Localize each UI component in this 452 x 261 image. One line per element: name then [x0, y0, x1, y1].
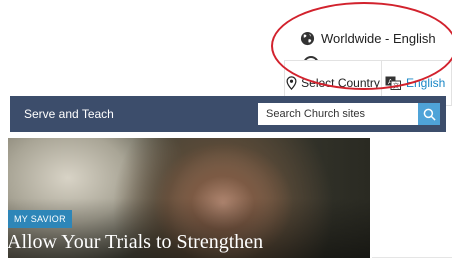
nav-title[interactable]: Serve and Teach: [24, 96, 114, 132]
region-dropdown: Worldwide - English Select Country A 文 E…: [284, 16, 452, 106]
current-region-label: Worldwide - English: [321, 30, 436, 46]
current-region[interactable]: Worldwide - English: [300, 28, 436, 48]
svg-text:文: 文: [393, 82, 399, 90]
translate-icon: A 文: [385, 76, 401, 90]
location-pin-icon: [286, 76, 297, 90]
site-navbar: Serve and Teach: [10, 96, 446, 132]
search-input[interactable]: [258, 103, 418, 125]
divider: [372, 257, 452, 258]
hero-category-tag: MY SAVIOR: [8, 210, 72, 228]
hero-banner[interactable]: MY SAVIOR Allow Your Trials to Strengthe…: [8, 138, 370, 258]
search-icon: [423, 108, 436, 121]
language-label: English: [406, 76, 446, 90]
hero-title[interactable]: Allow Your Trials to Strengthen: [8, 231, 263, 254]
globe-icon: [300, 31, 315, 45]
search-button[interactable]: [418, 103, 440, 125]
select-country-label: Select Country: [301, 76, 380, 90]
